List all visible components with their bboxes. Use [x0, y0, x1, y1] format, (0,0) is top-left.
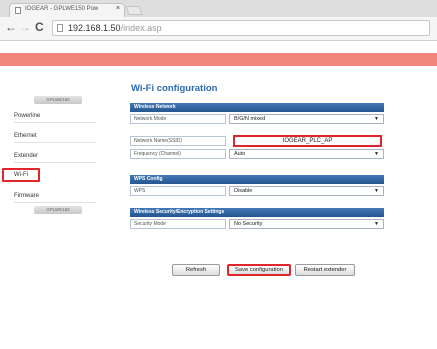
sidebar-item-ethernet[interactable]: Ethernet: [14, 129, 96, 143]
sidebar-item-powerline[interactable]: Powerline: [14, 109, 96, 123]
wps-row: WPS Disable ▼: [130, 186, 384, 196]
address-bar[interactable]: 192.168.1.50/index.asp: [52, 20, 430, 36]
address-url[interactable]: 192.168.1.50/index.asp: [68, 23, 162, 33]
security-mode-select[interactable]: No Security ▼: [229, 219, 384, 229]
network-mode-label: Network Mode: [130, 114, 226, 124]
security-settings-header: Wireless Security/Encryption Settings: [130, 208, 384, 217]
ssid-label: Network Name(SSID): [130, 136, 226, 146]
wireless-network-header: Wireless Network: [130, 103, 384, 112]
page-icon: [57, 24, 63, 32]
sidebar-item-firmware[interactable]: Firmware: [14, 189, 96, 203]
dropdown-arrow-icon: ▼: [374, 221, 379, 227]
wps-config-header: WPS Config: [130, 175, 384, 184]
sidebar-device-header: GPLWE150: [34, 96, 82, 104]
frequency-select[interactable]: Auto ▼: [229, 149, 384, 159]
wps-select[interactable]: Disable ▼: [229, 186, 384, 196]
save-configuration-button[interactable]: Save configuration: [227, 264, 291, 276]
header-banner: [0, 53, 437, 66]
dropdown-arrow-icon: ▼: [374, 151, 379, 157]
restart-extender-button[interactable]: Restart extender: [295, 264, 355, 276]
refresh-button[interactable]: Refresh: [172, 264, 220, 276]
frequency-value: Auto: [234, 151, 246, 157]
reload-icon[interactable]: C: [35, 19, 44, 35]
network-mode-row: Network Mode B/G/N mixed ▼: [130, 114, 384, 124]
sidebar-item-wifi[interactable]: Wi-Fi: [2, 168, 40, 182]
tab-close-icon[interactable]: ×: [116, 5, 120, 12]
browser-toolbar: ← → C 192.168.1.50/index.asp: [0, 17, 437, 41]
new-tab-button[interactable]: [125, 6, 143, 15]
sidebar-device-footer: GPLWE150: [34, 206, 82, 214]
browser-tab[interactable]: IOGEAR - GPLWE150 Pow ×: [9, 3, 125, 17]
wps-value: Disable: [234, 188, 253, 194]
tab-title: IOGEAR - GPLWE150 Pow: [25, 6, 99, 12]
network-mode-value: B/G/N mixed: [234, 116, 266, 122]
sidebar-item-extender[interactable]: Extender: [14, 149, 96, 163]
wps-label: WPS: [130, 186, 226, 196]
forward-arrow-icon[interactable]: →: [19, 19, 31, 35]
frequency-row: Frequency (Channel) Auto ▼: [130, 149, 384, 159]
network-mode-select[interactable]: B/G/N mixed ▼: [229, 114, 384, 124]
back-arrow-icon[interactable]: ←: [5, 19, 17, 35]
ssid-input[interactable]: IOGEAR_PLC_AP: [233, 135, 382, 147]
page-favicon-icon: [15, 7, 21, 14]
security-mode-label: Security Mode: [130, 219, 226, 229]
browser-tab-strip: IOGEAR - GPLWE150 Pow ×: [0, 0, 437, 17]
dropdown-arrow-icon: ▼: [374, 188, 379, 194]
security-mode-value: No Security: [234, 221, 263, 227]
security-mode-row: Security Mode No Security ▼: [130, 219, 384, 229]
page-title: Wi-Fi configuration: [131, 83, 218, 94]
dropdown-arrow-icon: ▼: [374, 116, 379, 122]
frequency-label: Frequency (Channel): [130, 149, 226, 159]
